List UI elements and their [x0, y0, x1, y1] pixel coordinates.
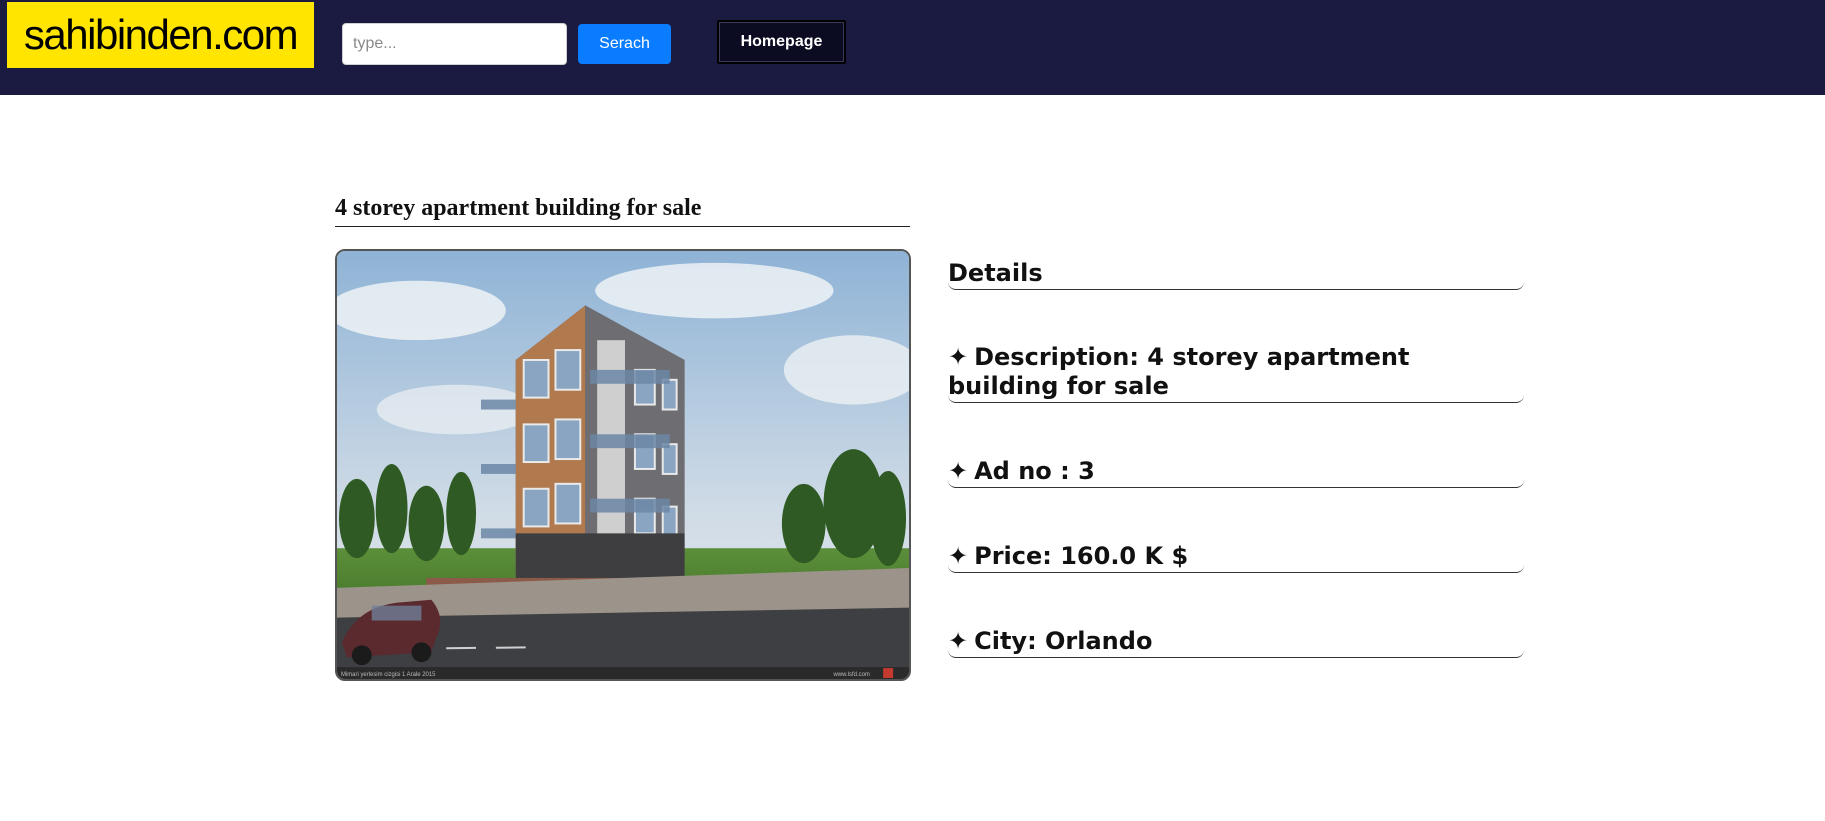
listing-title: 4 storey apartment building for sale — [335, 195, 910, 227]
search-button[interactable]: Serach — [578, 24, 671, 64]
details-heading: Details — [948, 259, 1524, 290]
detail-city: ✦ City: Orlando — [948, 627, 1524, 658]
details-panel: Details ✦ Description: 4 storey apartment… — [948, 259, 1524, 712]
photo-caption-left: Mimari yerlesim cizgisi 1 Arale 2015 — [341, 672, 436, 678]
ad-no-value: Ad no : 3 — [974, 457, 1095, 485]
star-icon: ✦ — [948, 627, 969, 655]
apartment-building-image: Mimari yerlesim cizgisi 1 Arale 2015 www… — [337, 251, 909, 679]
detail-ad-no: ✦ Ad no : 3 — [948, 457, 1524, 488]
site-logo[interactable]: sahibinden.com — [7, 2, 314, 68]
detail-description: ✦ Description: 4 storey apartment buildin… — [948, 343, 1524, 403]
photo-caption-right: www.lsfd.com — [833, 672, 870, 678]
search-input[interactable] — [342, 23, 567, 65]
description-value: Description: 4 storey apartment building… — [948, 343, 1410, 400]
detail-price: ✦ Price: 160.0 K $ — [948, 542, 1524, 573]
homepage-button[interactable]: Homepage — [717, 20, 846, 64]
star-icon: ✦ — [948, 542, 969, 570]
top-navbar: sahibinden.com Serach Homepage — [0, 0, 1825, 95]
star-icon: ✦ — [948, 343, 969, 371]
listing-photo: Mimari yerlesim cizgisi 1 Arale 2015 www… — [335, 249, 911, 681]
city-value: City: Orlando — [974, 627, 1153, 655]
price-value: Price: 160.0 K $ — [974, 542, 1189, 570]
star-icon: ✦ — [948, 457, 969, 485]
